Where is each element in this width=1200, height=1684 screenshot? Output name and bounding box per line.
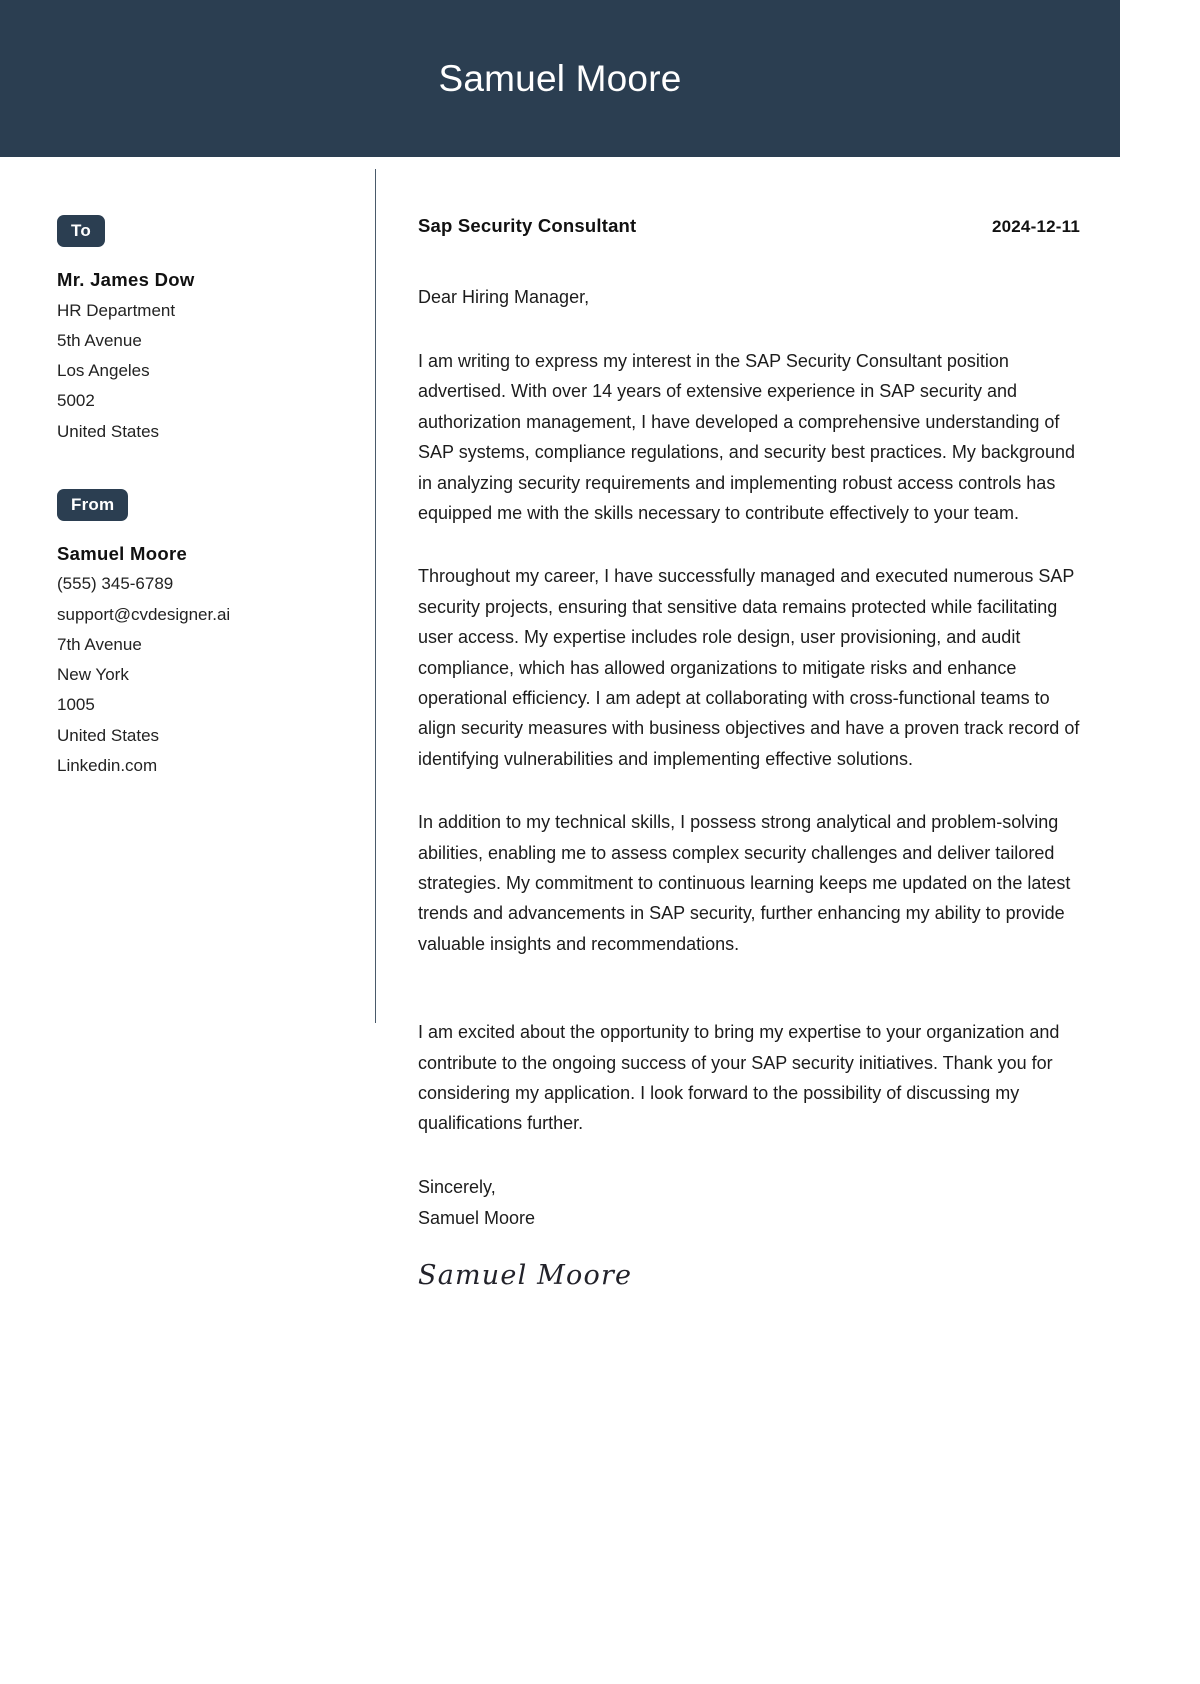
recipient-name: Mr. James Dow	[57, 269, 195, 290]
salutation: Dear Hiring Manager,	[418, 287, 590, 307]
from-address-line: 7th Avenue	[57, 634, 142, 654]
from-email: support@cvdesigner.ai	[57, 604, 231, 624]
letter-paragraph: Throughout my career, I have successfull…	[418, 566, 1080, 769]
from-address-line: United States	[57, 725, 160, 745]
letter-date: 2024-12-11	[991, 217, 1080, 236]
closing-name: Samuel Moore	[418, 1207, 536, 1228]
from-address-line: New York	[57, 665, 129, 685]
from-address-block: Samuel Moore (555) 345-6789 support@cvde…	[57, 539, 375, 781]
document-body: To Mr. James Dow HR Department 5th Avenu…	[0, 157, 1120, 1291]
job-title: Sap Security Consultant	[418, 215, 637, 236]
from-phone: (555) 345-6789	[57, 574, 174, 594]
letter-paragraph: I am excited about the opportunity to br…	[418, 1022, 1060, 1134]
to-address-line: 5th Avenue	[57, 330, 142, 350]
to-address-line: United States	[57, 421, 160, 441]
to-section: To Mr. James Dow HR Department 5th Avenu…	[57, 215, 375, 447]
letter-header-row: Sap Security Consultant 2024-12-11	[418, 215, 1080, 237]
cover-letter-page: Samuel Moore To Mr. James Dow HR Departm…	[0, 0, 1200, 1684]
to-address-block: Mr. James Dow HR Department 5th Avenue L…	[57, 265, 375, 447]
page-title: Samuel Moore	[438, 58, 682, 99]
to-address-line: 5002	[57, 391, 95, 411]
from-linkedin: Linkedin.com	[57, 755, 158, 775]
signature: Samuel Moore	[418, 1259, 633, 1291]
from-address-line: 1005	[57, 695, 95, 715]
to-address-line: HR Department	[57, 300, 176, 320]
sidebar: To Mr. James Dow HR Department 5th Avenu…	[0, 157, 375, 1291]
to-badge: To	[57, 215, 105, 247]
sender-name: Samuel Moore	[57, 542, 188, 564]
to-address-line: Los Angeles	[57, 361, 150, 381]
letter-content: Sap Security Consultant 2024-12-11 Dear …	[376, 157, 1120, 1291]
header-band: Samuel Moore	[0, 0, 1120, 157]
closing-block: Sincerely, Samuel Moore	[418, 1172, 1080, 1234]
letter-paragraph: I am writing to express my interest in t…	[418, 350, 1075, 523]
closing-word: Sincerely,	[418, 1176, 496, 1197]
from-badge: From	[57, 488, 129, 521]
from-section: From Samuel Moore (555) 345-6789 support…	[57, 488, 375, 781]
letter-paragraph: In addition to my technical skills, I po…	[418, 812, 1071, 954]
